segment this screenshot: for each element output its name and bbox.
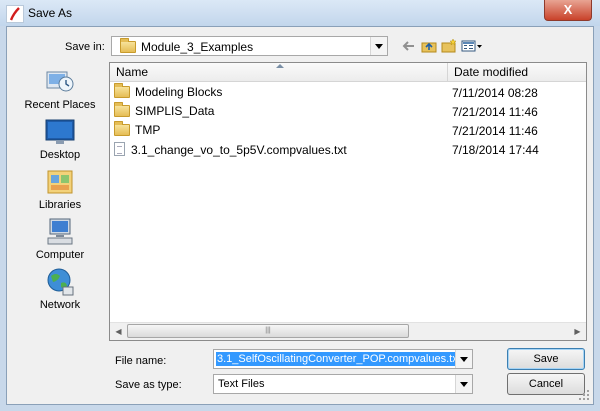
folder-icon	[114, 83, 130, 98]
list-item[interactable]: SIMPLIS_Data 7/21/2014 11:46	[110, 102, 586, 121]
new-folder-icon[interactable]	[441, 38, 457, 53]
column-header: Name Date modified	[110, 63, 586, 82]
file-name-combo[interactable]: 3.1_SelfOscillatingConverter_POP.compval…	[213, 349, 473, 369]
folder-icon	[114, 102, 130, 117]
place-desktop[interactable]: Desktop	[15, 117, 105, 161]
libraries-icon	[44, 167, 76, 197]
up-one-level-icon[interactable]	[421, 39, 437, 53]
recent-places-icon	[44, 67, 76, 97]
save-as-type-label: Save as type:	[115, 379, 182, 391]
place-label: Libraries	[38, 199, 82, 211]
places-bar: Recent Places Desktop Libraries Computer…	[15, 62, 105, 312]
sort-ascending-icon	[276, 64, 284, 68]
place-libraries[interactable]: Libraries	[15, 167, 105, 211]
scroll-left-icon[interactable]: ◀	[110, 323, 127, 340]
chevron-down-icon[interactable]	[370, 37, 387, 55]
list-item[interactable]: TMP 7/21/2014 11:46	[110, 121, 586, 140]
title-bar: Save As X	[0, 0, 600, 26]
computer-icon	[44, 217, 76, 247]
column-date-modified[interactable]: Date modified	[448, 63, 586, 81]
app-icon	[6, 5, 24, 23]
place-computer[interactable]: Computer	[15, 217, 105, 261]
place-label: Desktop	[39, 149, 81, 161]
save-in-value: Module_3_Examples	[141, 40, 254, 54]
item-name: TMP	[135, 123, 161, 137]
save-as-type-combo[interactable]: Text Files	[213, 374, 473, 394]
file-name-value[interactable]: 3.1_SelfOscillatingConverter_POP.compval…	[216, 352, 462, 366]
column-name[interactable]: Name	[110, 63, 448, 81]
list-item[interactable]: 3.1_change_vo_to_5p5V.compvalues.txt 7/1…	[110, 140, 586, 159]
save-as-type-value: Text Files	[218, 378, 265, 390]
save-button[interactable]: Save	[507, 348, 585, 370]
chevron-down-icon[interactable]	[455, 350, 472, 368]
window-title: Save As	[28, 6, 73, 20]
resize-grip[interactable]	[579, 390, 589, 400]
item-date: 7/21/2014 11:46	[452, 105, 538, 119]
save-in-label: Save in:	[65, 41, 105, 53]
column-date-label: Date modified	[454, 65, 529, 79]
item-name: SIMPLIS_Data	[135, 104, 215, 118]
scroll-thumb[interactable]: |||	[127, 324, 409, 338]
scroll-right-icon[interactable]: ▶	[569, 323, 586, 340]
close-button[interactable]: X	[544, 0, 592, 21]
list-item[interactable]: Modeling Blocks 7/11/2014 08:28	[110, 83, 586, 102]
folder-icon	[120, 38, 136, 53]
place-label: Computer	[35, 249, 85, 261]
place-label: Network	[39, 299, 81, 311]
file-list[interactable]: Name Date modified Modeling Blocks 7/11/…	[109, 62, 587, 341]
place-label: Recent Places	[24, 99, 96, 111]
horizontal-scrollbar[interactable]: ◀ ||| ▶	[110, 322, 586, 340]
item-name: 3.1_change_vo_to_5p5V.compvalues.txt	[131, 143, 347, 157]
file-name-label: File name:	[115, 355, 167, 367]
views-menu-icon[interactable]	[461, 39, 483, 53]
place-recent-places[interactable]: Recent Places	[15, 67, 105, 111]
item-date: 7/18/2014 17:44	[452, 143, 539, 157]
back-icon[interactable]	[402, 39, 418, 53]
save-in-combo[interactable]: Module_3_Examples	[111, 36, 388, 56]
place-network[interactable]: Network	[15, 267, 105, 311]
chevron-down-icon[interactable]	[455, 375, 472, 393]
cancel-button[interactable]: Cancel	[507, 373, 585, 395]
desktop-icon	[44, 117, 76, 147]
text-file-icon	[114, 142, 125, 156]
item-date: 7/21/2014 11:46	[452, 124, 538, 138]
dialog-body: Save in: Module_3_Examples Recent Places…	[6, 26, 594, 405]
column-name-label: Name	[116, 65, 149, 79]
folder-icon	[114, 121, 130, 136]
item-date: 7/11/2014 08:28	[452, 86, 538, 100]
item-name: Modeling Blocks	[135, 85, 223, 99]
network-icon	[44, 267, 76, 297]
